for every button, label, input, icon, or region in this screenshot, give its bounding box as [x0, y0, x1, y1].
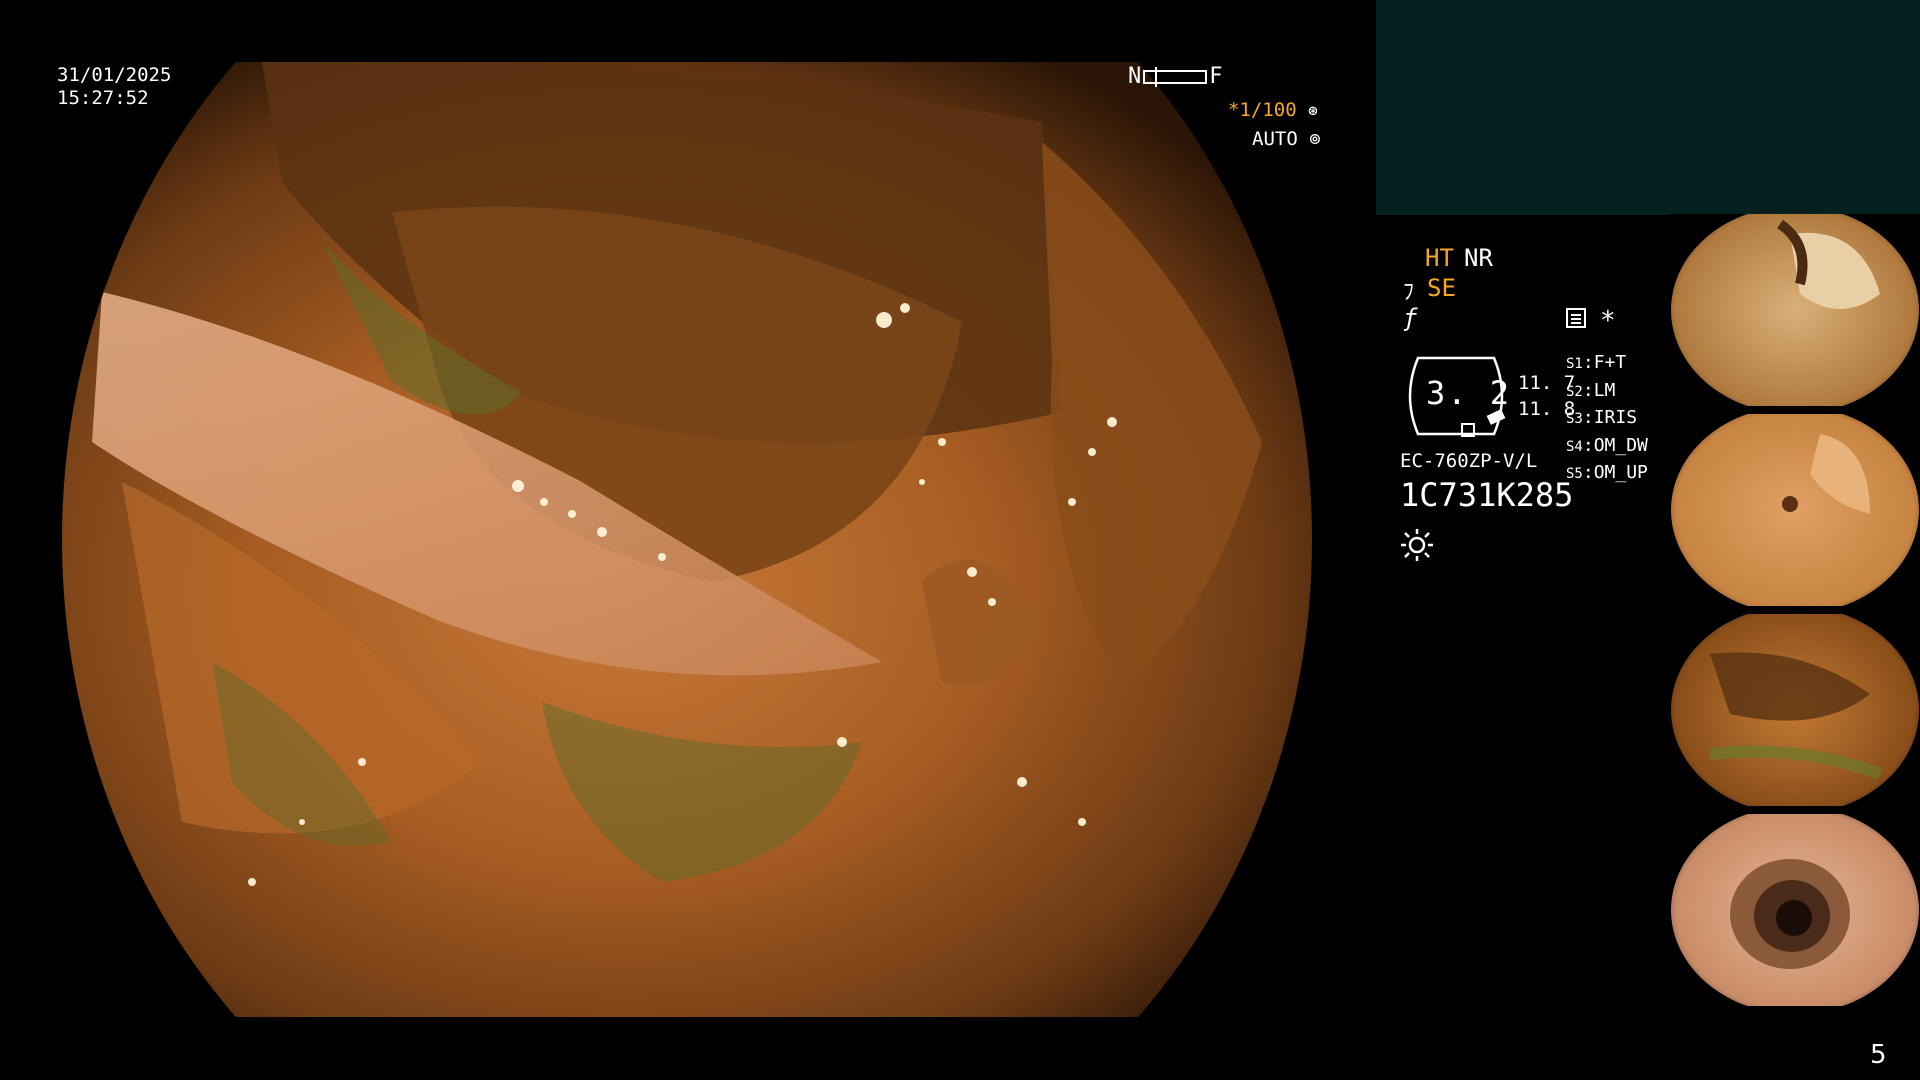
far-label: F [1209, 64, 1223, 89]
focus-bar [1143, 66, 1208, 87]
iris-mode: AUTO ⊚ [1252, 128, 1321, 150]
se-label: SE [1427, 274, 1456, 302]
thumbnail-4[interactable] [1670, 814, 1920, 1006]
page-number: 5 [1870, 1040, 1887, 1070]
slot-row: S3:IRIS [1566, 407, 1638, 428]
wand-icon: ﾌ [1403, 280, 1415, 305]
scope-serial: 1C731K285 [1400, 476, 1574, 514]
slot-value: OM_DW [1593, 434, 1648, 456]
shutter-icon: ⊛ [1308, 101, 1318, 120]
shutter-speed: *1/100 ⊛ [1228, 99, 1318, 121]
slot-key: S3 [1566, 411, 1583, 427]
thumbnail-3[interactable] [1670, 614, 1920, 806]
time: 15:27:52 [57, 87, 149, 109]
slot-key: S4 [1566, 438, 1583, 455]
ht-label: HT [1425, 244, 1454, 272]
switch-assignments: S1:F+T S2:LM S3:IRIS S4:OM_DW S5:OM_UP [1566, 350, 1648, 488]
endoscopic-view [62, 62, 1312, 1017]
slot-key: S2 [1566, 383, 1583, 400]
near-label: N [1128, 64, 1142, 89]
slot-value: LM [1593, 379, 1616, 401]
nr-label: NR [1464, 244, 1493, 272]
slot-value: OM_UP [1593, 462, 1648, 483]
near-far-scale: N F [1128, 64, 1223, 89]
sun-icon [1401, 529, 1433, 561]
thumbnail-2[interactable] [1670, 414, 1920, 606]
slot-row: S1:F+T [1566, 352, 1627, 373]
slot-row: S5:OM_UP [1566, 462, 1648, 483]
info-box [1376, 0, 1920, 215]
slot-row: S2:LM [1566, 379, 1616, 401]
slot-value: F+T [1593, 352, 1627, 373]
datetime: 31/01/2025 15:27:52 [57, 64, 171, 110]
menu-icon [1566, 308, 1586, 328]
slot-row: S4:OM_DW [1566, 434, 1648, 456]
star-label: * [1600, 306, 1616, 336]
slot-key: S1 [1566, 356, 1583, 372]
iris-mode-label: AUTO [1252, 128, 1298, 150]
slot-value: IRIS [1593, 407, 1638, 428]
shutter-value: *1/100 [1228, 99, 1297, 121]
date: 31/01/2025 [57, 64, 172, 86]
iris-icon: ⊚ [1309, 128, 1321, 150]
scope-model: EC-760ZP-V/L [1400, 450, 1538, 472]
zoom-value: 3. 2 [1426, 374, 1512, 412]
thumbnail-1[interactable] [1670, 214, 1920, 406]
f-icon: ƒ [1403, 304, 1418, 332]
